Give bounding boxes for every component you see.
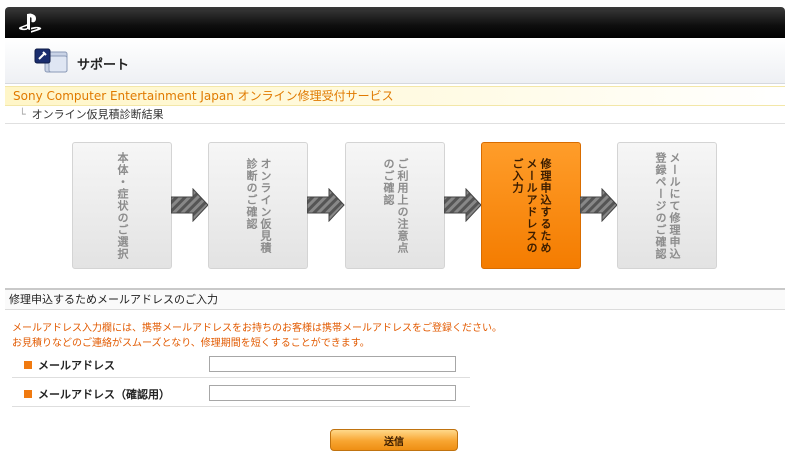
step-1: 本体・症状のご選択 — [72, 142, 172, 269]
bullet-square-icon — [24, 390, 32, 398]
support-folder-icon — [34, 48, 68, 73]
step-1-label: 本体・症状のご選択 — [116, 151, 129, 260]
breadcrumb-label: オンライン仮見積診断結果 — [31, 108, 164, 121]
step-2: オンライン仮見積 診断のご確認 — [208, 142, 308, 269]
step-3-label: ご利用上の注意点 のご確認 — [382, 157, 409, 254]
breadcrumb-corner-icon: └ — [19, 108, 26, 121]
step-5: メールにて修理申込 登録ページのご確認 — [617, 142, 717, 269]
playstation-logo-icon[interactable] — [18, 13, 44, 33]
step-3: ご利用上の注意点 のご確認 — [345, 142, 445, 269]
service-title: Sony Computer Entertainment Japan オンライン修… — [5, 86, 785, 106]
submit-button[interactable]: 送信 — [330, 429, 458, 451]
step-2-label: オンライン仮見積 診断のご確認 — [245, 157, 272, 254]
notice-line-2: お見積りなどのご連絡がスムーズとなり、修理期間を短くすることができます。 — [12, 338, 370, 349]
notice-text: メールアドレス入力欄には、携帯メールアドレスをお持ちのお客様は携帯メールアドレス… — [12, 321, 772, 351]
top-bar — [5, 7, 785, 38]
step-arrow-icon — [171, 188, 209, 222]
support-header: サポート — [5, 38, 785, 84]
support-label[interactable]: サポート — [77, 54, 129, 73]
email-confirm-row: メールアドレス（確認用） — [12, 382, 470, 407]
email-confirm-label: メールアドレス（確認用） — [38, 388, 170, 401]
section-heading: 修理申込するためメールアドレスのご入力 — [5, 288, 785, 310]
step-arrow-icon — [307, 188, 345, 222]
step-5-label: メールにて修理申込 登録ページのご確認 — [654, 151, 681, 260]
step-4-current: 修理申込するため メールアドレスの ご入力 — [481, 142, 581, 269]
notice-line-1: メールアドレス入力欄には、携帯メールアドレスをお持ちのお客様は携帯メールアドレス… — [12, 323, 502, 334]
email-label: メールアドレス — [38, 359, 115, 372]
step-4-label: 修理申込するため メールアドレスの ご入力 — [511, 157, 552, 254]
step-arrow-icon — [580, 188, 618, 222]
step-arrow-icon — [444, 188, 482, 222]
breadcrumb: └ オンライン仮見積診断結果 — [5, 106, 785, 124]
email-confirm-field[interactable] — [209, 385, 456, 401]
email-field[interactable] — [209, 356, 456, 372]
email-row: メールアドレス — [12, 353, 470, 378]
bullet-square-icon — [24, 361, 32, 369]
